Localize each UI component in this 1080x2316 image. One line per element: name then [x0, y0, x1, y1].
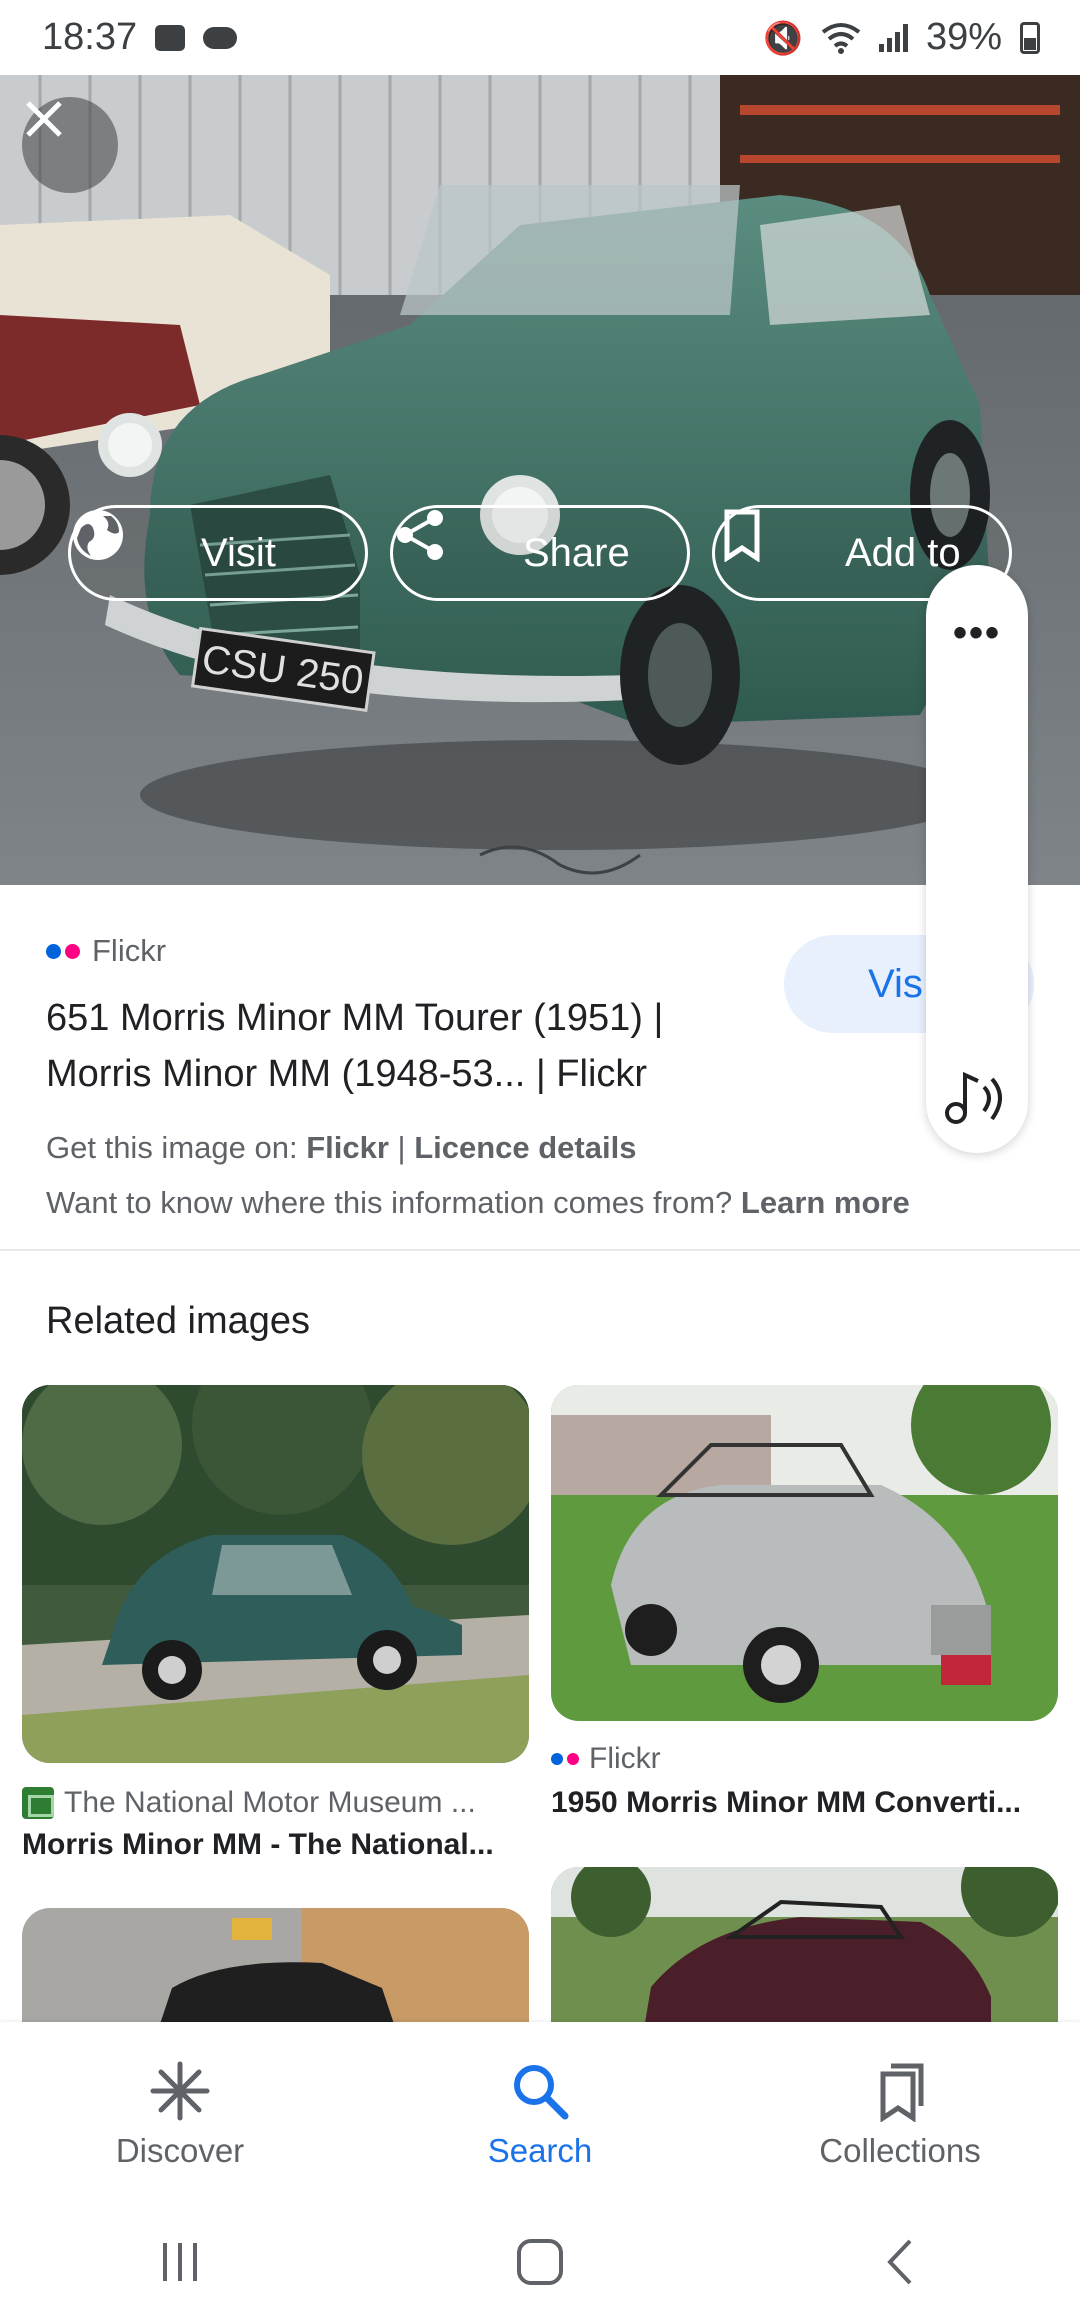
search-icon: [514, 2065, 569, 2120]
visit-action-button[interactable]: Visit: [68, 505, 368, 601]
bottom-navigation: Discover Search Collections: [0, 2022, 1080, 2208]
wifi-icon: [821, 22, 861, 54]
related-photo-3: [22, 1908, 529, 2022]
related-photo-2: [551, 1385, 1058, 1721]
want-to-know-text: Want to know where this information come…: [46, 1185, 741, 1220]
source-name: Flickr: [92, 933, 167, 968]
home-icon: [517, 2239, 563, 2285]
get-image-source-link[interactable]: Flickr: [306, 1130, 389, 1165]
notification-icon: [155, 24, 186, 51]
related-source-2[interactable]: Flickr: [551, 1742, 661, 1776]
related-caption-1[interactable]: Morris Minor MM - The National...: [22, 1828, 529, 1862]
hero-image[interactable]: CSU 250 Visit Share Add to: [0, 75, 1080, 885]
close-button[interactable]: [22, 97, 118, 193]
back-button[interactable]: [840, 2222, 960, 2302]
related-source-2-name: Flickr: [589, 1742, 661, 1775]
close-icon: [26, 101, 62, 137]
recent-apps-button[interactable]: [120, 2222, 240, 2302]
learn-more-link[interactable]: Learn more: [741, 1185, 910, 1220]
status-bar: 18:37 🔇 39%: [0, 0, 1080, 75]
image-info-section: Flickr 651 Morris Minor MM Tourer (1951)…: [0, 885, 1080, 1251]
visit-action-label: Visit: [201, 530, 276, 575]
home-button[interactable]: [480, 2222, 600, 2302]
meta-separator: |: [388, 1130, 415, 1165]
museum-icon: [22, 1787, 54, 1819]
back-icon: [887, 2239, 912, 2285]
related-image-1[interactable]: [22, 1385, 529, 1763]
visit-button-label: Vis: [868, 961, 923, 1006]
info-source-line: Want to know where this information come…: [46, 1185, 910, 1221]
add-to-action-label: Add to: [845, 530, 961, 575]
music-sound-icon[interactable]: [944, 1067, 1012, 1127]
related-image-3[interactable]: [22, 1908, 529, 2022]
car-photo: CSU 250: [0, 75, 1080, 885]
nav-search-label: Search: [487, 2132, 593, 2169]
asterisk-icon: [150, 2061, 210, 2121]
related-caption-2[interactable]: 1950 Morris Minor MM Converti...: [551, 1786, 1058, 1820]
source-row[interactable]: Flickr: [46, 933, 166, 969]
related-photo-4: [551, 1867, 1058, 2022]
share-action-button[interactable]: Share: [390, 505, 690, 601]
system-navigation-bar: [0, 2208, 1080, 2316]
more-options-icon[interactable]: •••: [926, 611, 1028, 656]
nav-discover[interactable]: Discover: [50, 2060, 310, 2170]
flickr-icon: [551, 1753, 579, 1765]
mute-icon: 🔇: [763, 19, 803, 56]
licence-details-link[interactable]: Licence details: [414, 1130, 636, 1165]
battery-icon: [1020, 21, 1040, 54]
nav-collections-label: Collections: [819, 2132, 981, 2169]
related-source-1[interactable]: The National Motor Museum ...: [22, 1786, 476, 1820]
clock: 18:37: [42, 16, 138, 58]
floating-side-panel[interactable]: •••: [926, 565, 1028, 1153]
nav-collections[interactable]: Collections: [770, 2060, 1030, 2170]
collections-icon: [880, 2063, 924, 2122]
share-icon: [397, 510, 501, 580]
related-image-4[interactable]: [551, 1867, 1058, 2022]
related-image-2[interactable]: [551, 1385, 1058, 1721]
related-images-heading: Related images: [46, 1300, 311, 1342]
recent-apps-icon: [163, 2243, 197, 2281]
globe-icon: [73, 510, 179, 580]
nav-discover-label: Discover: [115, 2132, 245, 2169]
get-image-line: Get this image on: Flickr | Licence deta…: [46, 1130, 636, 1166]
flickr-icon: [46, 943, 80, 959]
get-image-prefix: Get this image on:: [46, 1130, 307, 1165]
related-photo-1: [22, 1385, 529, 1763]
battery-percent: 39%: [925, 16, 1002, 58]
cloud-icon: [203, 26, 238, 49]
signal-icon: [878, 23, 908, 52]
share-action-label: Share: [523, 530, 630, 575]
bookmark-icon: [724, 509, 823, 580]
related-source-1-name: The National Motor Museum ...: [64, 1786, 476, 1819]
result-title[interactable]: 651 Morris Minor MM Tourer (1951) | Morr…: [46, 990, 746, 1102]
nav-search[interactable]: Search: [410, 2060, 670, 2170]
